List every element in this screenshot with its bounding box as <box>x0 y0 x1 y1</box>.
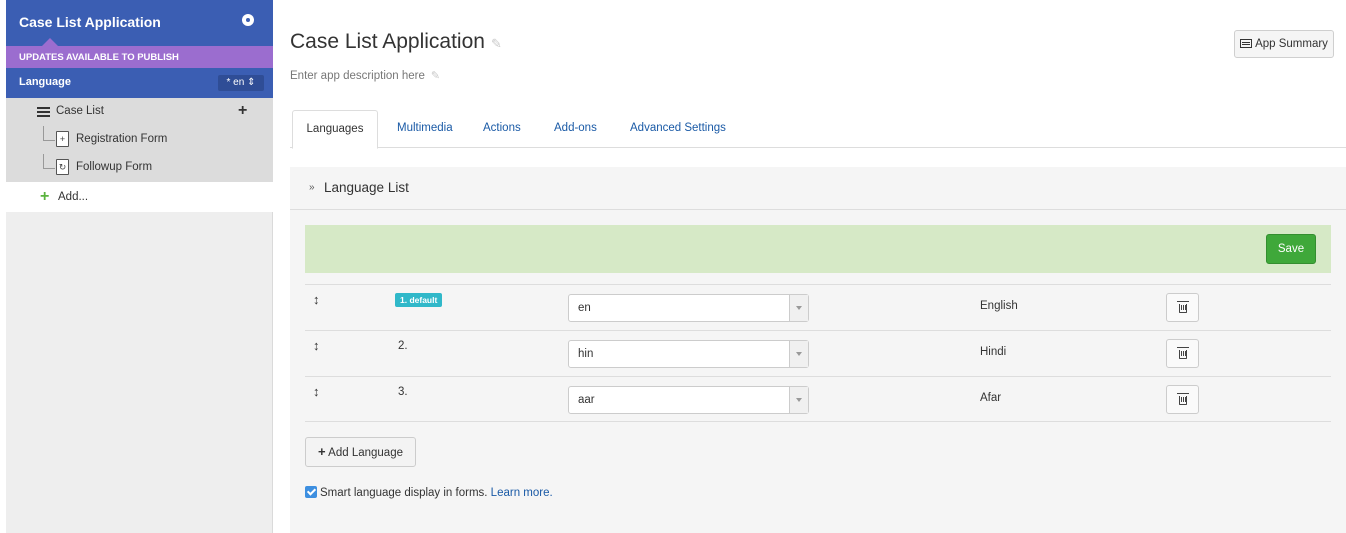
trash-icon <box>1177 301 1189 313</box>
tab-advanced-settings[interactable]: Advanced Settings <box>630 110 726 148</box>
language-order: 2. <box>398 340 408 352</box>
delete-language-button[interactable] <box>1166 339 1199 368</box>
add-language-label: Add Language <box>328 447 403 459</box>
main-content: Case List Application ✎ Enter app descrip… <box>290 0 1346 533</box>
save-button[interactable]: Save <box>1266 234 1316 264</box>
sidebar-add-label: Add... <box>58 191 89 203</box>
list-card-icon <box>1240 39 1253 48</box>
sidebar-item-label: Registration Form <box>76 133 168 145</box>
tree-line <box>43 168 55 169</box>
chevron-down-icon[interactable] <box>789 341 808 367</box>
default-badge: 1. default <box>395 293 443 307</box>
page-title[interactable]: Case List Application ✎ <box>290 30 502 54</box>
tree-line <box>43 140 55 141</box>
app-summary-button[interactable]: App Summary <box>1234 30 1334 58</box>
sidebar-item-followup-form[interactable]: ↻ Followup Form <box>6 154 273 182</box>
tab-multimedia[interactable]: Multimedia <box>397 110 453 148</box>
app-summary-label: App Summary <box>1255 38 1328 50</box>
sidebar-app-title[interactable]: Case List Application <box>19 14 161 30</box>
sidebar-item-label: Followup Form <box>76 161 153 173</box>
app-description[interactable]: Enter app description here ✎ <box>290 69 440 82</box>
tab-add-ons[interactable]: Add-ons <box>554 110 597 148</box>
gear-icon[interactable] <box>242 14 254 26</box>
language-name: Afar <box>980 392 1002 404</box>
trash-icon <box>1177 347 1189 359</box>
smart-language-text: Smart language display in forms. <box>320 487 488 499</box>
sidebar: Case List Application UPDATES AVAILABLE … <box>0 0 273 533</box>
settings-tabs: Languages Multimedia Actions Add-ons Adv… <box>290 110 1346 149</box>
tree-line <box>43 154 44 168</box>
sidebar-nav: Case List + + Registration Form ↻ Follow… <box>6 98 273 212</box>
tab-actions[interactable]: Actions <box>483 110 521 148</box>
form-followup-icon: ↻ <box>56 159 69 175</box>
plus-icon: + <box>318 444 326 459</box>
language-select-value: hin <box>578 348 594 360</box>
smart-language-option: Smart language display in forms. Learn m… <box>305 486 553 499</box>
delete-language-button[interactable] <box>1166 293 1199 322</box>
language-row: ↕ 3. aar Afar <box>305 376 1331 422</box>
language-select[interactable]: hin <box>568 340 809 368</box>
sidebar-item-registration-form[interactable]: + Registration Form <box>6 126 273 154</box>
chevron-down-icon[interactable] <box>789 387 808 413</box>
menu-icon <box>37 107 50 117</box>
updates-banner[interactable]: UPDATES AVAILABLE TO PUBLISH <box>6 46 273 68</box>
chevron-double-down-icon[interactable]: » <box>309 182 315 193</box>
learn-more-link[interactable]: Learn more. <box>491 487 553 499</box>
drag-handle-icon[interactable]: ↕ <box>313 384 320 399</box>
language-select[interactable]: en <box>568 294 809 322</box>
trash-icon <box>1177 393 1189 405</box>
language-name: Hindi <box>980 346 1007 358</box>
pencil-icon[interactable]: ✎ <box>491 36 502 52</box>
language-panel: » Language List Save ↕ 1. default en Eng… <box>290 167 1346 533</box>
language-name: English <box>980 300 1018 312</box>
plus-icon: + <box>40 188 50 205</box>
pencil-icon[interactable]: ✎ <box>431 69 440 82</box>
drag-handle-icon[interactable]: ↕ <box>313 338 320 353</box>
sidebar-add-item[interactable]: + Add... <box>6 184 273 212</box>
chevron-down-icon[interactable] <box>789 295 808 321</box>
tree-line <box>43 126 44 140</box>
tab-languages[interactable]: Languages <box>292 110 378 149</box>
sidebar-app-header[interactable]: Case List Application <box>6 0 273 46</box>
sidebar-item-label: Case List <box>56 105 104 117</box>
caret-up-icon <box>42 38 58 46</box>
language-order: 3. <box>398 386 408 398</box>
language-select[interactable]: aar <box>568 386 809 414</box>
form-register-icon: + <box>56 131 69 147</box>
panel-header[interactable]: » Language List <box>290 167 1346 210</box>
app-description-text: Enter app description here <box>290 70 425 82</box>
language-picker[interactable]: * en ⇕ <box>218 75 264 91</box>
language-select-value: aar <box>578 394 595 406</box>
save-bar: Save <box>305 225 1331 273</box>
drag-handle-icon[interactable]: ↕ <box>313 292 320 307</box>
panel-title: Language List <box>324 180 409 195</box>
add-form-plus-icon[interactable]: + <box>238 102 247 120</box>
language-select-value: en <box>578 302 591 314</box>
add-language-button[interactable]: + Add Language <box>305 437 416 467</box>
sidebar-language-bar: Language * en ⇕ <box>6 68 273 98</box>
language-row: ↕ 2. hin Hindi <box>305 330 1331 376</box>
sidebar-item-case-list[interactable]: Case List + <box>6 98 273 126</box>
page-title-text: Case List Application <box>290 30 485 53</box>
delete-language-button[interactable] <box>1166 385 1199 414</box>
updates-banner-text: UPDATES AVAILABLE TO PUBLISH <box>19 52 179 63</box>
sidebar-language-label: Language <box>19 76 71 88</box>
language-row: ↕ 1. default en English <box>305 284 1331 330</box>
smart-language-checkbox[interactable] <box>305 486 317 498</box>
